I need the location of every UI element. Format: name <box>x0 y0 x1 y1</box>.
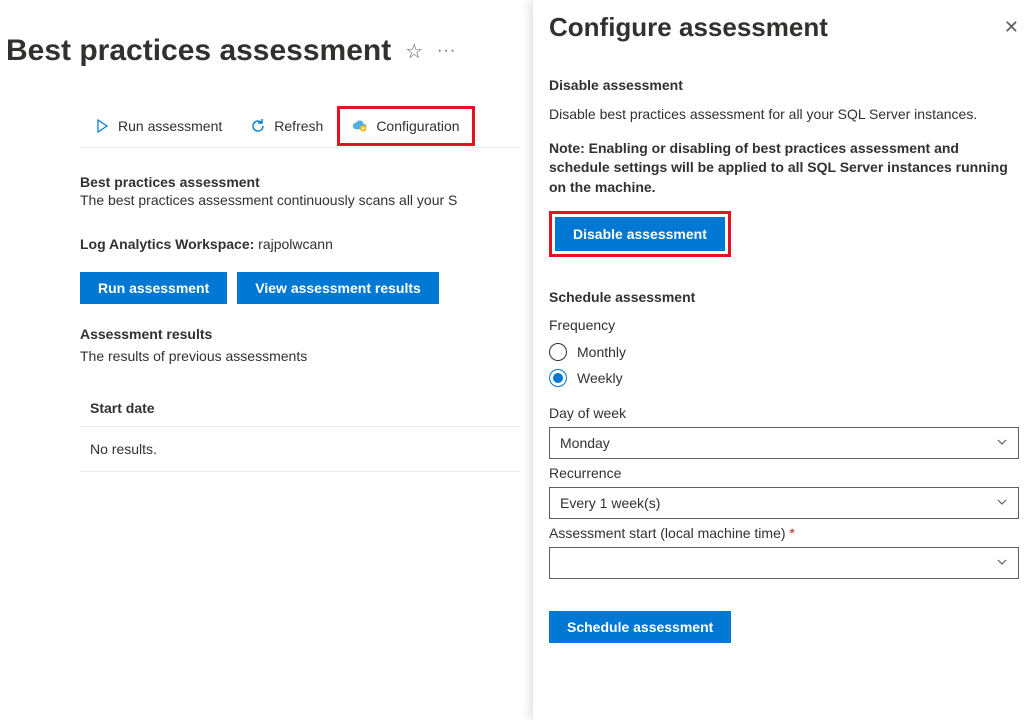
chevron-down-icon <box>996 495 1008 511</box>
config-label: Configuration <box>376 118 459 134</box>
start-date-column-header: Start date <box>80 390 520 427</box>
monthly-label: Monthly <box>577 344 626 360</box>
play-icon <box>94 118 110 134</box>
assessment-start-dropdown[interactable] <box>549 547 1019 579</box>
disable-assessment-button[interactable]: Disable assessment <box>555 217 725 251</box>
panel-title: Configure assessment <box>549 12 828 43</box>
run-assessment-button[interactable]: Run assessment <box>80 272 227 304</box>
assessment-results-heading: Assessment results <box>80 326 520 342</box>
star-icon[interactable]: ☆ <box>405 39 423 64</box>
dow-value: Monday <box>560 435 610 451</box>
refresh-command[interactable]: Refresh <box>236 104 337 147</box>
no-results-text: No results. <box>80 427 520 472</box>
assessment-results-desc: The results of previous assessments <box>80 348 520 364</box>
disable-button-highlight: Disable assessment <box>549 211 731 257</box>
start-label-text: Assessment start (local machine time) <box>549 525 786 541</box>
chevron-down-icon <box>996 555 1008 571</box>
run-assessment-command[interactable]: Run assessment <box>80 104 236 147</box>
run-label: Run assessment <box>118 118 222 134</box>
radio-checked-icon <box>549 369 567 387</box>
chevron-down-icon <box>996 435 1008 451</box>
main-content: Best practices assessment ☆ ··· Run asse… <box>0 0 520 472</box>
cloud-gear-icon <box>352 118 368 134</box>
required-asterisk: * <box>789 525 794 541</box>
refresh-label: Refresh <box>274 118 323 134</box>
frequency-label: Frequency <box>549 317 1019 333</box>
configure-panel: Configure assessment ✕ Disable assessmen… <box>533 0 1033 720</box>
content-area: Best practices assessment The best pract… <box>0 148 520 472</box>
configuration-command[interactable]: Configuration <box>337 106 474 146</box>
frequency-radio-group: Monthly Weekly <box>549 339 1019 391</box>
recurrence-label: Recurrence <box>549 465 1019 481</box>
day-of-week-label: Day of week <box>549 405 1019 421</box>
frequency-monthly-option[interactable]: Monthly <box>549 339 1019 365</box>
frequency-weekly-option[interactable]: Weekly <box>549 365 1019 391</box>
refresh-icon <box>250 118 266 134</box>
law-value: rajpolwcann <box>258 236 333 252</box>
weekly-label: Weekly <box>577 370 623 386</box>
recurrence-value: Every 1 week(s) <box>560 495 660 511</box>
schedule-section-title: Schedule assessment <box>549 289 1019 305</box>
panel-header: Configure assessment ✕ <box>549 12 1019 43</box>
day-of-week-dropdown[interactable]: Monday <box>549 427 1019 459</box>
workspace-row: Log Analytics Workspace: rajpolwcann <box>80 236 520 252</box>
bpa-desc: The best practices assessment continuous… <box>80 192 520 208</box>
disable-section-title: Disable assessment <box>549 77 1019 93</box>
button-row: Run assessment View assessment results <box>80 272 520 304</box>
recurrence-dropdown[interactable]: Every 1 week(s) <box>549 487 1019 519</box>
disable-desc: Disable best practices assessment for al… <box>549 105 1019 125</box>
page-title: Best practices assessment <box>6 34 391 68</box>
toolbar: Run assessment Refresh Configuration <box>80 104 520 148</box>
bpa-heading: Best practices assessment <box>80 174 520 190</box>
schedule-assessment-button[interactable]: Schedule assessment <box>549 611 731 643</box>
radio-icon <box>549 343 567 361</box>
view-results-button[interactable]: View assessment results <box>237 272 439 304</box>
assessment-start-label: Assessment start (local machine time) * <box>549 525 1019 541</box>
more-icon[interactable]: ··· <box>437 42 456 60</box>
law-label: Log Analytics Workspace: <box>80 236 254 252</box>
disable-note: Note: Enabling or disabling of best prac… <box>549 139 1019 198</box>
close-icon[interactable]: ✕ <box>1004 17 1019 38</box>
title-row: Best practices assessment ☆ ··· <box>0 0 520 68</box>
